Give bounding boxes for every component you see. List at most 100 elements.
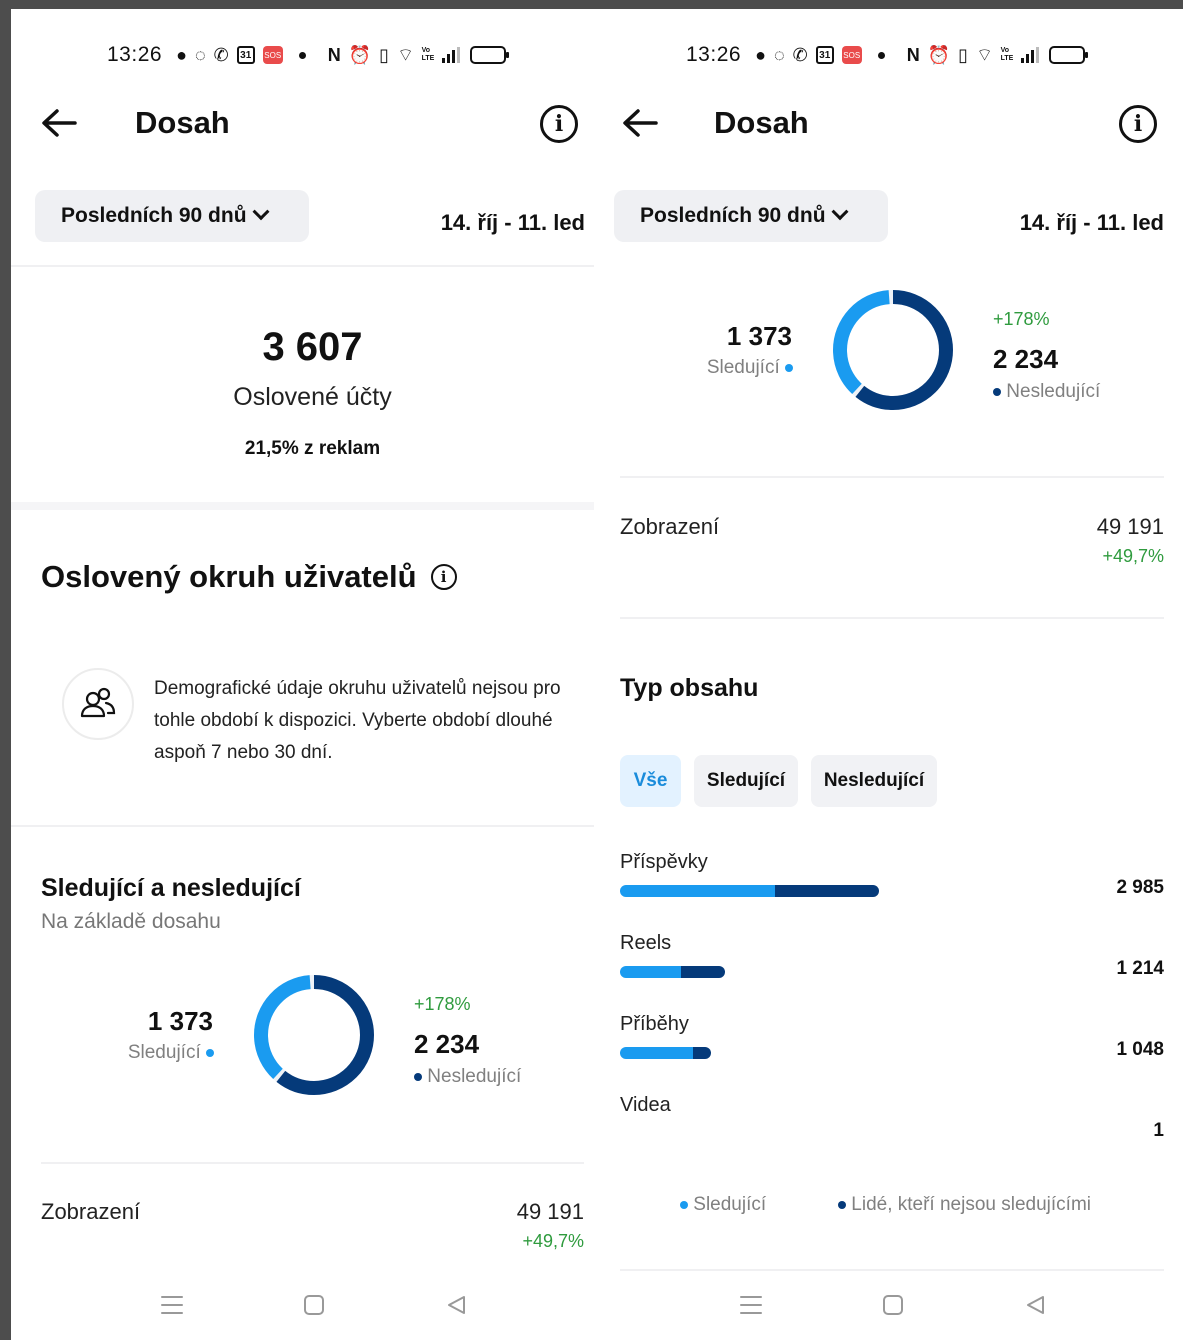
non-followers-change: +178% — [414, 994, 471, 1014]
followers-segment — [620, 966, 681, 978]
impressions-change: +49,7% — [1102, 546, 1164, 566]
menu-icon[interactable] — [157, 1290, 187, 1320]
non-followers-dot — [993, 388, 1001, 396]
demographics-line: Demografické údaje okruhu uživatelů nejs… — [154, 678, 561, 699]
status-bar: 13:26 ● ◌ ✆ 31 SOS N ⏰ ▯ ⌔ Vo LTE — [686, 41, 1088, 69]
legend-followers: Sledující — [680, 1194, 766, 1216]
non-followers-legend: Nesledující — [993, 381, 1100, 403]
wifi-icon: ⌔ — [397, 44, 414, 65]
home-square-icon[interactable] — [299, 1290, 329, 1320]
vibrate-icon: ▯ — [958, 44, 969, 65]
period-label: Posledních 90 dnů — [640, 204, 826, 227]
alarm-icon: ⏰ — [927, 44, 951, 65]
notification-dot — [877, 51, 885, 59]
content-row-label: Videa — [620, 1094, 671, 1116]
followers-donut-chart — [833, 290, 953, 410]
divider — [11, 265, 594, 267]
followers-legend: Sledující — [707, 357, 793, 379]
chip-non-followers[interactable]: Nesledující — [811, 755, 937, 807]
followers-value: 1 373 — [726, 321, 792, 351]
content-row-value: 1 — [1153, 1120, 1164, 1141]
followers-segment — [620, 1047, 693, 1059]
legend-non-followers: Lidé, kteří nejsou sledujícími — [838, 1194, 1091, 1216]
period-dropdown[interactable]: Posledních 90 dnů — [35, 190, 309, 242]
impressions-label: Zobrazení — [41, 1199, 141, 1224]
back-triangle-icon[interactable] — [1020, 1290, 1050, 1320]
right-phone-screen: 13:26 ● ◌ ✆ 31 SOS N ⏰ ▯ ⌔ Vo LTE Dosah … — [594, 9, 1183, 1340]
content-type-bar-chart: Příspěvky 2 985 Reels 1 214 Příběhy 1 048 Vide… — [620, 849, 1164, 1149]
impressions-value: 49 191 — [1096, 514, 1164, 539]
followers-section-title: Sledující a nesledující — [41, 874, 301, 902]
non-followers-legend: Nesledující — [414, 1066, 521, 1088]
menu-icon[interactable] — [736, 1290, 766, 1320]
arrow-left-icon[interactable] — [618, 101, 662, 145]
calendar-31-icon: 31 — [815, 46, 834, 64]
battery-icon — [1048, 46, 1088, 64]
vibrate-icon: ▯ — [379, 44, 390, 65]
period-label: Posledních 90 dnů — [61, 204, 247, 227]
info-icon[interactable]: i — [430, 564, 457, 590]
chat-bubble-icon: ● — [176, 44, 187, 65]
non-followers-value: 2 234 — [414, 1029, 480, 1059]
impressions-value: 49 191 — [516, 1199, 584, 1224]
divider — [620, 1269, 1164, 1271]
info-icon[interactable]: i — [1119, 105, 1157, 143]
followers-label: Sledující — [127, 1042, 201, 1063]
non-followers-value: 2 234 — [993, 344, 1059, 374]
content-row-bar — [620, 885, 879, 897]
non-followers-dot — [414, 1073, 422, 1081]
home-square-icon[interactable] — [878, 1290, 908, 1320]
non-followers-label: Nesledující — [427, 1066, 522, 1087]
signal-icon — [1020, 47, 1039, 63]
content-row-label: Příběhy — [620, 1013, 689, 1035]
demographics-message: Demografické údaje okruhu uživatelů nejs… — [154, 673, 594, 769]
nfc-icon: N — [906, 44, 920, 65]
followers-value: 1 373 — [147, 1006, 213, 1036]
status-time: 13:26 — [686, 43, 742, 66]
legend-non-followers-label: Lidé, kteří nejsou sledujícími — [851, 1194, 1092, 1215]
info-icon[interactable]: i — [540, 105, 578, 143]
page-title: Dosah — [135, 105, 230, 140]
content-row-bar — [620, 1047, 711, 1059]
non-followers-dot — [838, 1201, 846, 1209]
sos-icon: SOS — [841, 46, 862, 64]
wifi-icon: ⌔ — [976, 44, 993, 65]
non-followers-change: +178% — [993, 309, 1050, 329]
status-time: 13:26 — [107, 43, 163, 66]
status-bar: 13:26 ● ◌ ✆ 31 SOS N ⏰ ▯ ⌔ Vo LTE — [107, 41, 509, 69]
chat-bubble-icon: ● — [755, 44, 766, 65]
chip-followers[interactable]: Sledující — [694, 755, 798, 807]
content-row-value: 1 048 — [1116, 1039, 1164, 1060]
content-row-value: 2 985 — [1116, 877, 1164, 898]
non-followers-label: Nesledující — [1006, 381, 1101, 402]
content-type-title: Typ obsahu — [620, 674, 759, 702]
calendar-31-icon: 31 — [236, 46, 255, 64]
followers-segment — [620, 885, 776, 897]
followers-arc — [254, 975, 374, 1095]
chevron-down-icon — [252, 203, 270, 221]
notification-dot — [298, 51, 306, 59]
chevron-down-icon — [831, 203, 849, 221]
divider — [41, 1162, 584, 1164]
followers-legend: Sledující — [128, 1042, 214, 1064]
demographics-line: aspoň 7 nebo 30 dní. — [154, 742, 333, 763]
demographics-line: tohle období k dispozici. Vyberte období… — [154, 710, 553, 731]
back-triangle-icon[interactable] — [441, 1290, 471, 1320]
content-row-bar — [620, 966, 725, 978]
period-dropdown[interactable]: Posledních 90 dnů — [614, 190, 888, 242]
arrow-left-icon[interactable] — [37, 101, 81, 145]
non-followers-segment — [692, 1047, 711, 1059]
people-icon — [62, 668, 134, 740]
followers-dot — [785, 364, 793, 372]
legend-followers-label: Sledující — [693, 1194, 767, 1215]
whatsapp-icon: ◌ — [194, 44, 206, 65]
date-range: 14. říj - 11. led — [1019, 210, 1164, 235]
reach-label: Oslovené účty — [233, 383, 392, 411]
followers-label: Sledující — [706, 357, 780, 378]
content-row-label: Příspěvky — [620, 851, 708, 873]
chip-all[interactable]: Vše — [620, 755, 681, 807]
followers-section-subtitle: Na základě dosahu — [41, 910, 221, 933]
whatsapp-icon: ◌ — [773, 44, 785, 65]
audience-section-title: Oslovený okruh uživatelů i — [41, 559, 457, 595]
reach-value: 3 607 — [262, 325, 363, 369]
